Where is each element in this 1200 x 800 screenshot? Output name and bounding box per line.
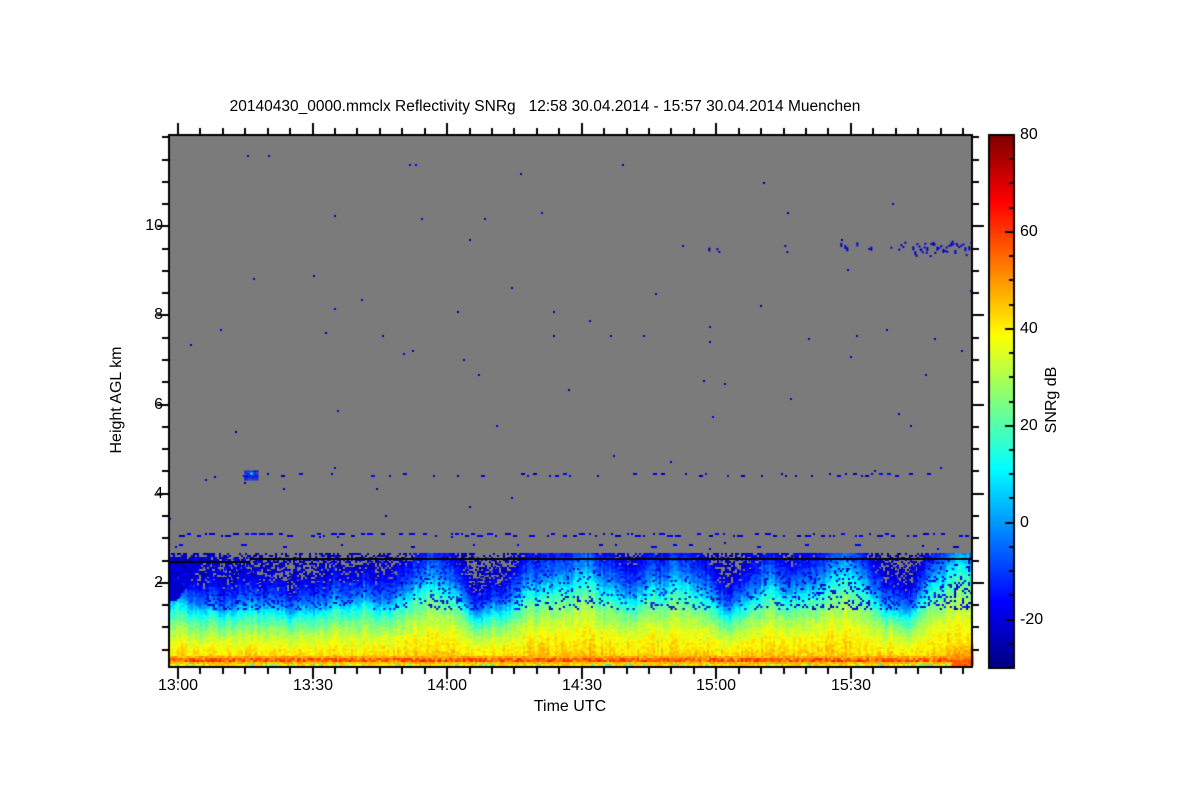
y-tick-label-10: 10 xyxy=(145,217,163,234)
cbar-tick-label-20: 20 xyxy=(1020,417,1038,434)
y-tick-label-8: 8 xyxy=(154,306,163,323)
cbar-tick-label-m20: -20 xyxy=(1020,611,1044,628)
x-tick-label-1430: 14:30 xyxy=(561,677,603,694)
x-tick-label-1300: 13:00 xyxy=(157,677,199,694)
x-tick-label-1530: 15:30 xyxy=(830,677,872,694)
y-tick-label-2: 2 xyxy=(154,574,163,591)
cbar-tick-label-40: 40 xyxy=(1020,320,1038,337)
colorbar-label: SNRg dB xyxy=(1043,366,1060,434)
cbar-tick-label-0: 0 xyxy=(1020,514,1029,531)
x-axis-label: Time UTC xyxy=(533,698,607,715)
x-tick-label-1400: 14:00 xyxy=(426,677,468,694)
radar-reflectivity-figure: 20140430_0000.mmclx Reflectivity SNRg 12… xyxy=(0,0,1200,800)
cbar-tick-label-60: 60 xyxy=(1020,223,1038,240)
x-tick-label-1500: 15:00 xyxy=(695,677,737,694)
y-axis-label: Height AGL km xyxy=(108,346,125,454)
cbar-tick-label-80: 80 xyxy=(1020,126,1038,143)
x-tick-label-1330: 13:30 xyxy=(292,677,334,694)
y-tick-label-4: 4 xyxy=(154,485,163,502)
figure-title: 20140430_0000.mmclx Reflectivity SNRg 12… xyxy=(229,98,861,115)
